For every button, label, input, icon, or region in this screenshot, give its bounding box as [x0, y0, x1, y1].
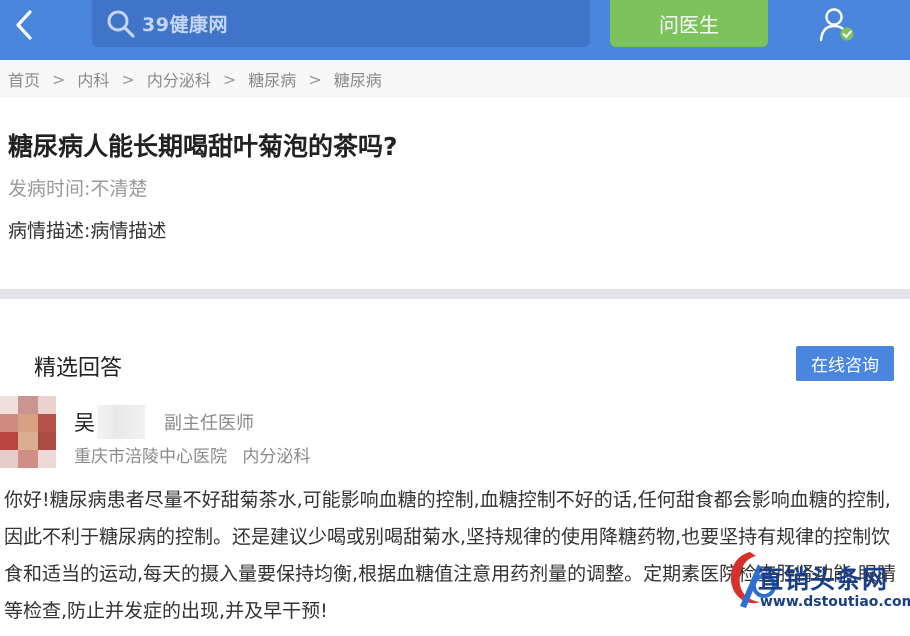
breadcrumb-diabetes-current[interactable]: 糖尿病 [334, 67, 382, 91]
breadcrumb-internal-medicine[interactable]: 内科 [77, 67, 109, 91]
breadcrumb-separator: > [121, 69, 135, 89]
doctor-name-mask [97, 405, 145, 439]
search-logo-text: 39健康网 [142, 14, 228, 36]
breadcrumb-separator: > [308, 69, 322, 89]
ask-doctor-button[interactable]: 问医生 [610, 0, 768, 47]
top-header: 39健康网 问医生 [0, 0, 910, 60]
doctor-name[interactable]: 吴 [74, 405, 145, 439]
watermark-name: 直销头条网 [758, 565, 889, 594]
doctor-name-text: 吴 [74, 411, 95, 435]
breadcrumb-separator: > [222, 69, 237, 89]
doctor-title: 副主任医师 [164, 413, 254, 434]
question-description: 病情描述:病情描述 [8, 220, 167, 242]
back-arrow-icon[interactable] [10, 8, 40, 42]
breadcrumb-endocrinology[interactable]: 内分泌科 [147, 67, 211, 91]
watermark-url: www.dstoutiao.com [760, 594, 910, 610]
breadcrumb-separator: > [52, 69, 66, 89]
doctor-affiliation: 重庆市涪陵中心医院 内分泌科 [74, 442, 310, 467]
breadcrumb-diabetes[interactable]: 糖尿病 [248, 67, 296, 91]
question-title: 糖尿病人能长期喝甜叶菊泡的茶吗? [8, 132, 398, 161]
featured-answers-heading: 精选回答 [34, 356, 123, 381]
user-verified-icon[interactable] [818, 6, 858, 44]
online-consult-button[interactable]: 在线咨询 [796, 346, 894, 381]
section-divider [0, 289, 910, 299]
question-onset-time: 发病时间:不清楚 [8, 178, 148, 200]
search-icon [107, 10, 135, 38]
breadcrumb-home[interactable]: 首页 [8, 67, 40, 91]
search-bar[interactable]: 39健康网 [92, 0, 590, 47]
breadcrumb: 首页 > 内科 > 内分泌科 > 糖尿病 > 糖尿病 [0, 60, 910, 98]
doctor-department: 内分泌科 [242, 447, 311, 467]
doctor-avatar[interactable] [0, 396, 56, 468]
doctor-hospital: 重庆市涪陵中心医院 [74, 447, 227, 467]
